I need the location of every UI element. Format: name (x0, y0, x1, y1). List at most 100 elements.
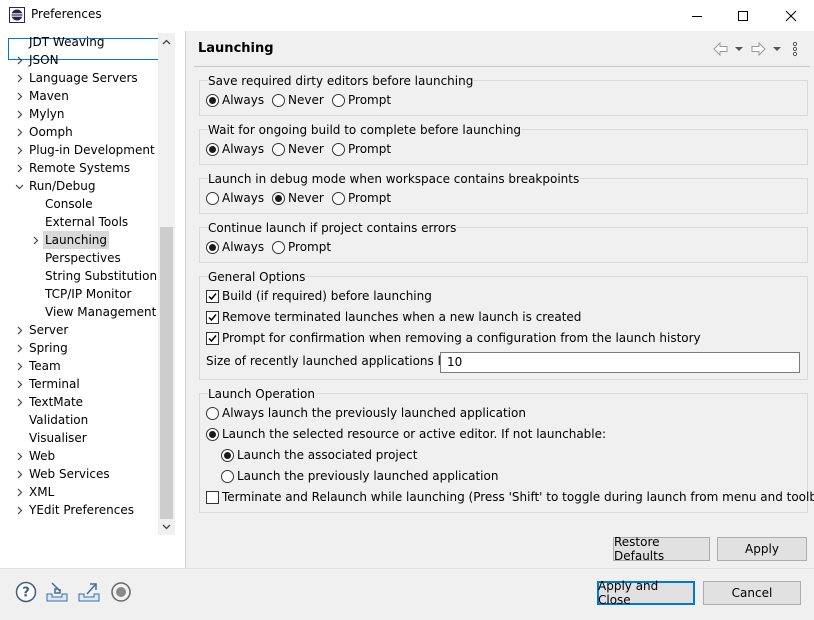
chevron-right-icon[interactable] (14, 159, 24, 177)
tree-item[interactable]: Terminal (8, 375, 158, 393)
always-launch-previous-radio[interactable]: Always launch the previously launched ap… (206, 404, 526, 422)
tree-item[interactable]: TextMate (8, 393, 158, 411)
help-icon[interactable]: ? (14, 580, 38, 604)
chevron-right-icon[interactable] (14, 393, 24, 411)
tree-item[interactable]: External Tools (8, 213, 158, 231)
tree-scrollbar[interactable] (158, 33, 175, 535)
chevron-up-icon (162, 39, 171, 44)
debug-mode-always-radio[interactable]: Always (206, 189, 264, 207)
tree-item-label: View Management (45, 305, 157, 319)
tree-item[interactable]: Spring (8, 339, 158, 357)
save-dirty-always-radio[interactable]: Always (206, 91, 264, 109)
continue-errors-prompt-radio[interactable]: Prompt (272, 238, 331, 256)
view-menu-icon[interactable] (790, 40, 800, 58)
chevron-right-icon[interactable] (14, 69, 24, 87)
tree-item[interactable]: JDT Weaving (8, 33, 158, 51)
tree-item[interactable]: Plug-in Development (8, 141, 158, 159)
restore-defaults-button[interactable]: Restore Defaults (613, 535, 710, 563)
launch-previous-application-radio[interactable]: Launch the previously launched applicati… (221, 467, 498, 485)
tree-item-label: YEdit Preferences (29, 503, 134, 517)
import-icon[interactable] (45, 580, 69, 604)
tree-item[interactable]: TCP/IP Monitor (8, 285, 158, 303)
forward-navigation[interactable] (750, 40, 784, 58)
remove-terminated-checkbox[interactable]: Remove terminated launches when a new la… (206, 308, 581, 326)
continue-errors-always-radio[interactable]: Always (206, 238, 264, 256)
tree-item[interactable]: Web Services (8, 465, 158, 483)
chevron-down-icon[interactable] (14, 177, 24, 195)
save-dirty-never-radio[interactable]: Never (272, 91, 324, 109)
chevron-right-icon[interactable] (14, 123, 24, 141)
apply-and-close-button[interactable]: Apply and Close (597, 579, 695, 607)
tree-item-label: Language Servers (29, 71, 138, 85)
debug-mode-never-radio[interactable]: Never (272, 189, 324, 207)
chevron-right-icon[interactable] (14, 321, 24, 339)
tree-item-label: Console (45, 197, 93, 211)
history-size-input[interactable]: 10 (440, 352, 800, 373)
maximize-button[interactable] (720, 0, 766, 31)
chevron-right-icon[interactable] (14, 87, 24, 105)
chevron-right-icon[interactable] (14, 339, 24, 357)
tree-item[interactable]: Visualiser (8, 429, 158, 447)
terminate-relaunch-checkbox[interactable]: Terminate and Relaunch while launching (… (206, 488, 814, 506)
tree-item-label: String Substitution (45, 269, 158, 283)
tree-item-label: TCP/IP Monitor (45, 287, 132, 301)
tree-item-label: Team (29, 359, 61, 373)
chevron-right-icon[interactable] (14, 483, 24, 501)
tree-item[interactable]: XML (8, 483, 158, 501)
prompt-confirmation-checkbox[interactable]: Prompt for confirmation when removing a … (206, 329, 701, 347)
tree-item[interactable]: Team (8, 357, 158, 375)
tree-item[interactable]: Language Servers (8, 69, 158, 87)
tree-item[interactable]: View Management (8, 303, 158, 321)
minimize-button[interactable] (674, 0, 720, 31)
tree-item[interactable]: Validation (8, 411, 158, 429)
build-before-launch-checkbox[interactable]: Build (if required) before launching (206, 287, 432, 305)
chevron-right-icon[interactable] (14, 375, 24, 393)
preference-tree[interactable]: JDT Weaving JSON Language Servers Maven Myly… (8, 33, 158, 565)
tree-item[interactable]: String Substitution (8, 267, 158, 285)
chevron-right-icon[interactable] (14, 51, 24, 69)
tree-item[interactable]: Maven (8, 87, 158, 105)
record-icon[interactable] (109, 580, 133, 604)
tree-item[interactable]: Server (8, 321, 158, 339)
tree-item-label: Validation (29, 413, 89, 427)
close-button[interactable] (768, 0, 814, 31)
back-navigation[interactable] (712, 40, 746, 58)
tree-item-label: TextMate (29, 395, 84, 409)
launch-associated-project-radio[interactable]: Launch the associated project (221, 446, 417, 464)
tree-item[interactable]: JSON (8, 51, 158, 69)
tree-item-label: Web Services (29, 467, 110, 481)
svg-text:?: ? (22, 586, 30, 601)
export-icon[interactable] (77, 580, 101, 604)
scroll-thumb[interactable] (160, 227, 173, 519)
chevron-right-icon[interactable] (14, 141, 24, 159)
scroll-up-button[interactable] (158, 33, 175, 50)
chevron-right-icon[interactable] (14, 357, 24, 375)
cancel-button[interactable]: Cancel (703, 581, 801, 605)
wait-build-never-radio[interactable]: Never (272, 140, 324, 158)
tree-item[interactable]: Mylyn (8, 105, 158, 123)
chevron-right-icon[interactable] (30, 231, 40, 249)
tree-item[interactable]: Run/Debug (8, 177, 158, 195)
tree-item[interactable]: Remote Systems (8, 159, 158, 177)
tree-item[interactable]: Console (8, 195, 158, 213)
tree-item[interactable]: YEdit Preferences (8, 501, 158, 519)
save-dirty-prompt-radio[interactable]: Prompt (332, 91, 391, 109)
launch-selected-resource-radio[interactable]: Launch the selected resource or active e… (206, 425, 606, 443)
chevron-right-icon[interactable] (14, 501, 24, 519)
debug-mode-prompt-radio[interactable]: Prompt (332, 189, 391, 207)
chevron-right-icon[interactable] (14, 447, 24, 465)
tree-item[interactable]: Launching (8, 231, 158, 249)
chevron-right-icon[interactable] (14, 105, 24, 123)
bottom-separator (0, 568, 814, 569)
wait-build-prompt-radio[interactable]: Prompt (332, 140, 391, 158)
checkmark-icon (208, 292, 217, 300)
chevron-right-icon[interactable] (14, 465, 24, 483)
tree-item-label: Web (29, 449, 56, 463)
tree-item[interactable]: Oomph (8, 123, 158, 141)
wait-build-always-radio[interactable]: Always (206, 140, 264, 158)
tree-item[interactable]: Web (8, 447, 158, 465)
scroll-down-button[interactable] (158, 518, 175, 535)
checkmark-icon (208, 334, 217, 342)
apply-button[interactable]: Apply (717, 537, 807, 561)
tree-item[interactable]: Perspectives (8, 249, 158, 267)
